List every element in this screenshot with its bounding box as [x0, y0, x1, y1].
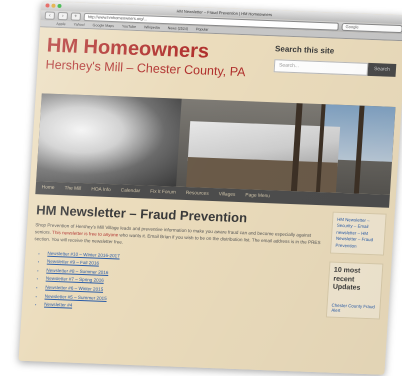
zoom-window-icon[interactable] — [57, 3, 62, 9]
bookmark-item[interactable]: YouTube — [122, 23, 137, 30]
search-input[interactable]: Search... — [273, 59, 369, 76]
header-banner-image — [36, 93, 396, 195]
nav-item-page-menu[interactable]: Page Menu — [245, 189, 270, 203]
snowy-trees-image — [36, 93, 182, 187]
house-image — [186, 157, 338, 193]
nav-item-home[interactable]: Home — [41, 181, 55, 194]
recent-updates-box: 10 most recent Updates Chester County Fr… — [325, 261, 384, 320]
web-page: HM Homeowners Hershey's Mill – Chester C… — [18, 27, 402, 375]
sidebar-links-box[interactable]: HM Newsletter – Security – Email newslet… — [329, 211, 387, 256]
content-area: HM Newsletter – Fraud Prevention Shop Pr… — [30, 200, 387, 322]
add-bookmark-icon[interactable]: + — [70, 12, 82, 21]
newsletter-list: Newsletter #10 – Winter 2016-2017 Newsle… — [30, 249, 320, 320]
search-button[interactable]: Search — [367, 62, 397, 77]
bookmark-item[interactable]: Yahoo! — [73, 22, 85, 28]
nav-item-villages[interactable]: Villages — [218, 188, 236, 202]
recent-update-link[interactable]: Chester County Fraud Alert — [331, 302, 376, 314]
back-arrow-icon[interactable]: ‹ — [44, 11, 56, 20]
bookmark-item[interactable]: Wikipedia — [144, 24, 160, 31]
window-title: HM Newsletter – Fraud Prevention | HM Ho… — [176, 8, 273, 18]
nav-item-hoa-info[interactable]: HOA Info — [91, 183, 111, 197]
bookmark-item[interactable]: Popular — [196, 26, 209, 32]
browser-window: HM Newsletter – Fraud Prevention | HM Ho… — [18, 1, 402, 375]
minimize-window-icon[interactable] — [51, 3, 56, 8]
nav-item-calendar[interactable]: Calendar — [120, 184, 141, 198]
site-branding: HM Homeowners Hershey's Mill – Chester C… — [44, 34, 248, 102]
nav-item-fix-it-forum[interactable]: Fix It Forum — [150, 186, 176, 200]
window-controls[interactable] — [45, 3, 62, 9]
bookmark-item[interactable]: News (2524) — [167, 25, 189, 32]
close-window-icon[interactable] — [45, 3, 50, 8]
bookmark-item[interactable]: Apple — [56, 21, 66, 27]
site-search: Search this site Search... Search — [272, 44, 398, 107]
main-column: HM Newsletter – Fraud Prevention Shop Pr… — [30, 200, 323, 320]
recent-updates-heading: 10 most recent Updates — [332, 266, 361, 292]
bookmark-item[interactable]: Google Maps — [92, 22, 114, 29]
nav-item-the-mill[interactable]: The Mill — [64, 182, 82, 196]
sidebar: HM Newsletter – Security – Email newslet… — [325, 211, 387, 323]
nav-item-resources[interactable]: Resources — [185, 187, 209, 201]
search-label: Search this site — [274, 44, 335, 56]
search-row: Search... Search — [273, 59, 397, 77]
forward-arrow-icon[interactable]: › — [57, 11, 69, 21]
